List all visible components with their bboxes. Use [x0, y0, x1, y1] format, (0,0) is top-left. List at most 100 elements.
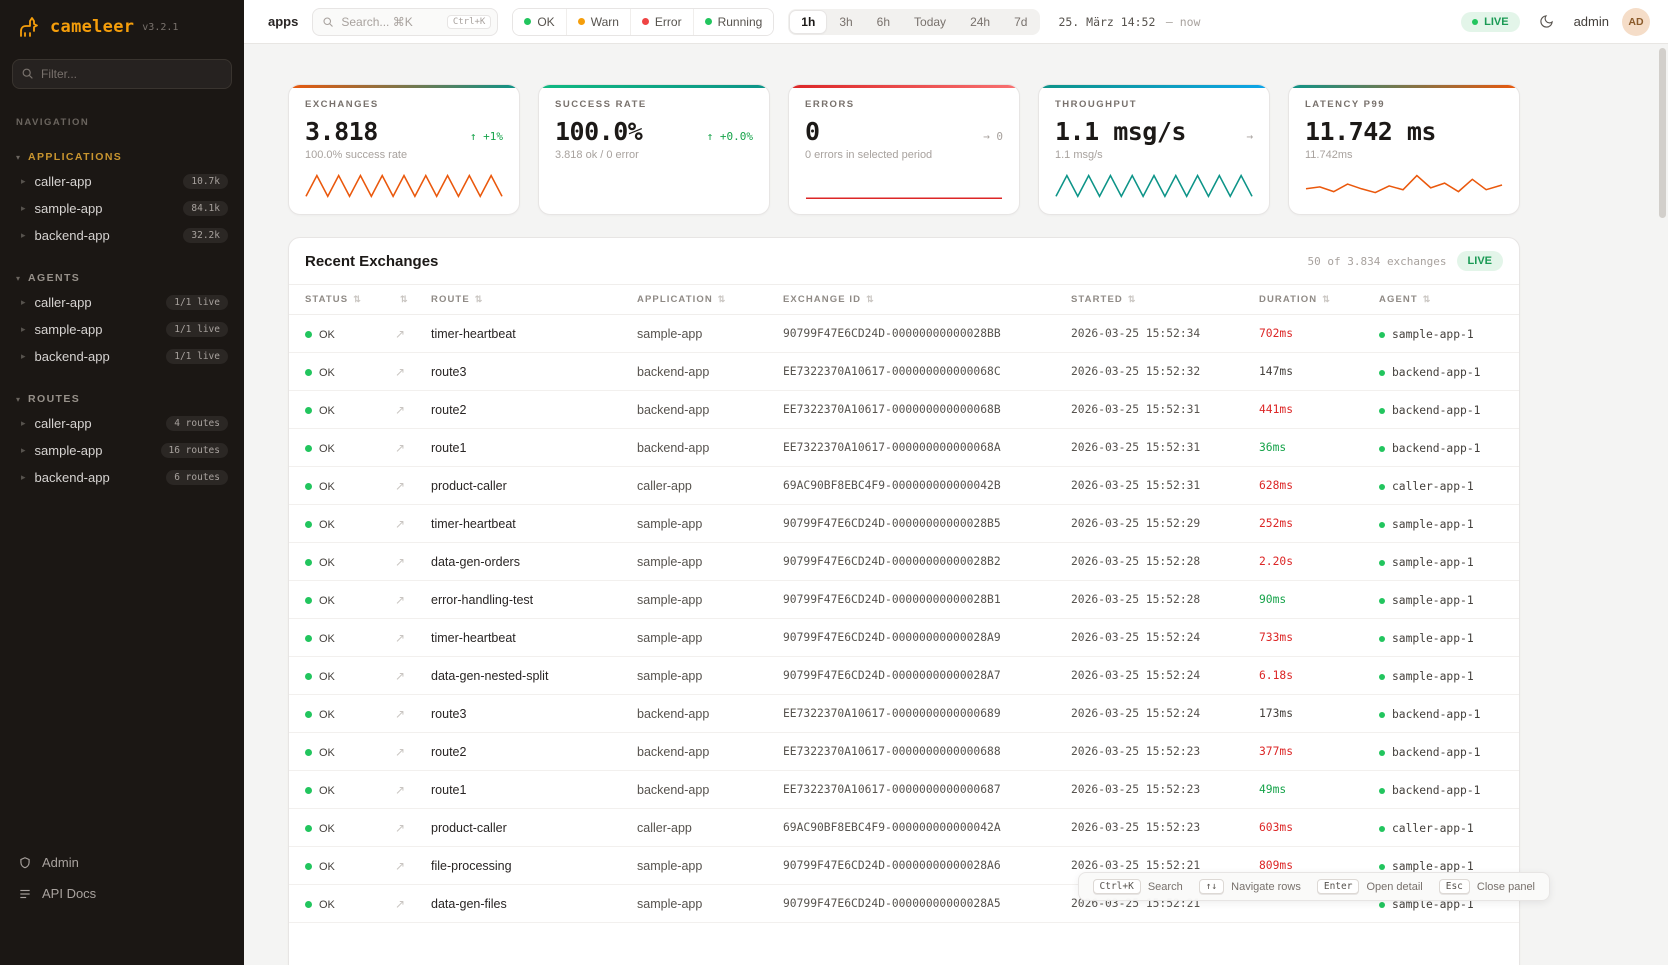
column-status[interactable]: STATUS⇅ — [289, 285, 385, 315]
sidebar-section-label: AGENTS — [28, 272, 80, 284]
column-route[interactable]: ROUTE⇅ — [421, 285, 627, 315]
cell-route: data-gen-files — [421, 885, 627, 923]
exchange-row[interactable]: OK ↗ timer-heartbeat sample-app 90799F47… — [289, 505, 1519, 543]
open-detail-icon[interactable]: ↗ — [395, 745, 405, 759]
exchange-row[interactable]: OK ↗ route3 backend-app EE7322370A10617-… — [289, 695, 1519, 733]
chevron-right-icon: ▸ — [21, 324, 26, 335]
open-detail-icon[interactable]: ↗ — [395, 403, 405, 417]
cell-open: ↗ — [385, 695, 421, 733]
status-dot-icon — [642, 18, 649, 25]
open-detail-icon[interactable]: ↗ — [395, 707, 405, 721]
cell-exchange-id: 90799F47E6CD24D-00000000000028BB — [773, 315, 1061, 353]
exchange-row[interactable]: OK ↗ route3 backend-app EE7322370A10617-… — [289, 353, 1519, 391]
global-search[interactable]: Search... ⌘K Ctrl+K — [312, 8, 498, 36]
column-started[interactable]: STARTED⇅ — [1061, 285, 1249, 315]
filter-input[interactable] — [12, 59, 232, 89]
exchange-row[interactable]: OK ↗ data-gen-orders sample-app 90799F47… — [289, 543, 1519, 581]
open-detail-icon[interactable]: ↗ — [395, 783, 405, 797]
sidebar-section-header[interactable]: ▾ APPLICATIONS — [0, 146, 244, 168]
open-detail-icon[interactable]: ↗ — [395, 897, 405, 911]
sort-icon[interactable]: ⇅ — [866, 294, 875, 304]
sort-icon[interactable]: ⇅ — [475, 294, 484, 304]
cell-started: 2026-03-25 15:52:23 — [1061, 733, 1249, 771]
cell-application: sample-app — [627, 543, 773, 581]
column-application[interactable]: APPLICATION⇅ — [627, 285, 773, 315]
sidebar-section-header[interactable]: ▾ ROUTES — [0, 388, 244, 410]
panel-header: Recent Exchanges 50 of 3.834 exchanges L… — [289, 238, 1519, 284]
sort-icon[interactable]: ⇅ — [1423, 294, 1432, 304]
exchange-row[interactable]: OK ↗ route1 backend-app EE7322370A10617-… — [289, 771, 1519, 809]
sidebar-section-label: APPLICATIONS — [28, 151, 122, 163]
exchange-row[interactable]: OK ↗ data-gen-nested-split sample-app 90… — [289, 657, 1519, 695]
sidebar-item-backend-app[interactable]: ▸ backend-app 32.2k — [0, 222, 244, 249]
open-detail-icon[interactable]: ↗ — [395, 327, 405, 341]
status-filter-warn[interactable]: Warn — [566, 9, 630, 35]
sort-icon[interactable]: ⇅ — [1128, 294, 1137, 304]
time-range-3h[interactable]: 3h — [828, 11, 863, 33]
sidebar-item-sample-app[interactable]: ▸ sample-app 84.1k — [0, 195, 244, 222]
sidebar-item-api-docs[interactable]: API Docs — [18, 886, 226, 901]
search-icon — [322, 16, 334, 28]
dark-mode-toggle[interactable] — [1533, 8, 1561, 36]
sidebar-section-header[interactable]: ▾ AGENTS — [0, 267, 244, 289]
time-range-6h[interactable]: 6h — [866, 11, 901, 33]
column-agent[interactable]: AGENT⇅ — [1369, 285, 1519, 315]
panel-live-badge[interactable]: LIVE — [1457, 251, 1503, 271]
time-range-today[interactable]: Today — [903, 11, 957, 33]
open-detail-icon[interactable]: ↗ — [395, 593, 405, 607]
cell-status: OK — [289, 771, 385, 809]
column-open[interactable]: ⇅ — [385, 285, 421, 315]
cell-status: OK — [289, 391, 385, 429]
live-indicator[interactable]: LIVE — [1461, 12, 1519, 32]
sort-icon[interactable]: ⇅ — [1322, 294, 1331, 304]
sidebar-item-backend-app[interactable]: ▸ backend-app 1/1 live — [0, 343, 244, 370]
exchange-row[interactable]: OK ↗ timer-heartbeat sample-app 90799F47… — [289, 619, 1519, 657]
status-filter-running[interactable]: Running — [693, 9, 774, 35]
stat-subtext: 1.1 msg/s — [1055, 149, 1253, 161]
app-logo[interactable]: cameleer v3.2.1 — [0, 0, 244, 51]
sort-icon[interactable]: ⇅ — [400, 294, 409, 304]
open-detail-icon[interactable]: ↗ — [395, 631, 405, 645]
exchange-row[interactable]: OK ↗ error-handling-test sample-app 9079… — [289, 581, 1519, 619]
scrollbar-thumb[interactable] — [1659, 48, 1666, 218]
sidebar-item-admin[interactable]: Admin — [18, 855, 226, 870]
exchange-row[interactable]: OK ↗ route2 backend-app EE7322370A10617-… — [289, 733, 1519, 771]
time-range-24h[interactable]: 24h — [959, 11, 1001, 33]
sort-icon[interactable]: ⇅ — [718, 294, 727, 304]
time-range-7d[interactable]: 7d — [1003, 11, 1038, 33]
status-filter-error[interactable]: Error — [630, 9, 693, 35]
exchange-row[interactable]: OK ↗ route1 backend-app EE7322370A10617-… — [289, 429, 1519, 467]
exchange-row[interactable]: OK ↗ timer-heartbeat sample-app 90799F47… — [289, 315, 1519, 353]
sidebar-item-backend-app[interactable]: ▸ backend-app 6 routes — [0, 464, 244, 491]
sort-icon[interactable]: ⇅ — [353, 294, 362, 304]
status-filter-ok[interactable]: OK — [513, 9, 565, 35]
exchange-row[interactable]: OK ↗ product-caller caller-app 69AC90BF8… — [289, 809, 1519, 847]
open-detail-icon[interactable]: ↗ — [395, 441, 405, 455]
cell-status: OK — [289, 809, 385, 847]
column-exchange-id[interactable]: EXCHANGE ID⇅ — [773, 285, 1061, 315]
open-detail-icon[interactable]: ↗ — [395, 821, 405, 835]
user-avatar[interactable]: AD — [1622, 8, 1650, 36]
sidebar-item-caller-app[interactable]: ▸ caller-app 10.7k — [0, 168, 244, 195]
status-ok-dot-icon — [305, 673, 312, 680]
sidebar-item-sample-app[interactable]: ▸ sample-app 16 routes — [0, 437, 244, 464]
open-detail-icon[interactable]: ↗ — [395, 365, 405, 379]
date-range-end: — now — [1166, 15, 1201, 29]
sidebar-item-caller-app[interactable]: ▸ caller-app 1/1 live — [0, 289, 244, 316]
open-detail-icon[interactable]: ↗ — [395, 517, 405, 531]
time-range-1h[interactable]: 1h — [790, 11, 826, 33]
exchange-row[interactable]: OK ↗ product-caller caller-app 69AC90BF8… — [289, 467, 1519, 505]
shield-icon — [18, 856, 32, 870]
open-detail-icon[interactable]: ↗ — [395, 555, 405, 569]
agent-live-dot-icon — [1379, 636, 1385, 642]
open-detail-icon[interactable]: ↗ — [395, 859, 405, 873]
exchange-row[interactable]: OK ↗ route2 backend-app EE7322370A10617-… — [289, 391, 1519, 429]
date-range[interactable]: 25. März 14:52 — now — [1058, 13, 1200, 31]
docs-icon — [18, 887, 32, 901]
cell-application: backend-app — [627, 771, 773, 809]
sidebar-item-sample-app[interactable]: ▸ sample-app 1/1 live — [0, 316, 244, 343]
sidebar-item-caller-app[interactable]: ▸ caller-app 4 routes — [0, 410, 244, 437]
open-detail-icon[interactable]: ↗ — [395, 479, 405, 493]
open-detail-icon[interactable]: ↗ — [395, 669, 405, 683]
column-duration[interactable]: DURATION⇅ — [1249, 285, 1369, 315]
